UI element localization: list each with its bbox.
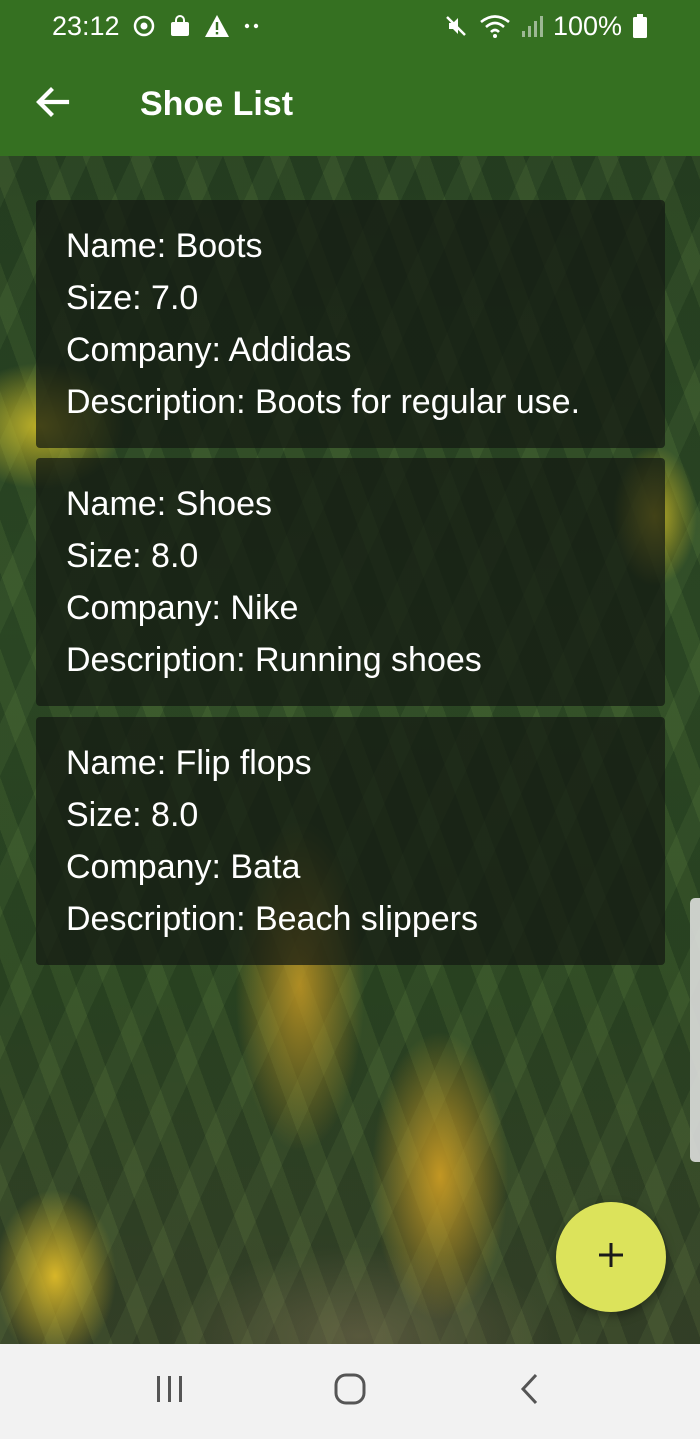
signal-icon <box>521 14 543 38</box>
recent-apps-icon <box>154 1374 186 1409</box>
shoe-card[interactable]: Name: Flip flops Size: 8.0 Company: Bata… <box>36 717 665 965</box>
shoe-company: Company: Bata <box>66 848 301 886</box>
shoe-list-content[interactable]: Name: Boots Size: 7.0 Company: Addidas D… <box>0 156 700 1344</box>
shoe-name: Name: Boots <box>66 227 263 265</box>
page-title: Shoe List <box>140 84 294 123</box>
shopping-bag-icon <box>168 14 192 38</box>
warning-icon <box>204 14 230 38</box>
home-button[interactable] <box>310 1352 390 1432</box>
shoe-description: Description: Boots for regular use. <box>66 383 581 421</box>
add-shoe-button[interactable] <box>556 1202 666 1312</box>
mute-icon <box>443 13 469 39</box>
plus-icon <box>596 1240 626 1275</box>
status-bar: 23:12 100% <box>0 0 700 52</box>
system-nav-bar <box>0 1344 700 1439</box>
shoe-company: Company: Addidas <box>66 331 352 369</box>
camera-sync-icon <box>132 14 156 38</box>
shoe-name: Name: Flip flops <box>66 744 312 782</box>
status-time: 23:12 <box>52 10 120 41</box>
shoe-size: Size: 8.0 <box>66 537 199 575</box>
shoe-company: Company: Nike <box>66 589 299 627</box>
shoe-description: Description: Running shoes <box>66 641 482 679</box>
battery-percent: 100% <box>552 10 622 41</box>
wifi-icon <box>479 13 511 39</box>
shoe-name: Name: Shoes <box>66 485 272 523</box>
system-back-button[interactable] <box>490 1352 570 1432</box>
status-right: 100% <box>443 11 648 42</box>
app-toolbar: Shoe List <box>0 52 700 156</box>
shoe-size: Size: 8.0 <box>66 796 199 834</box>
home-icon <box>333 1372 367 1411</box>
scrollbar[interactable] <box>690 898 700 1162</box>
battery-icon <box>632 13 648 39</box>
shoe-card[interactable]: Name: Shoes Size: 8.0 Company: Nike Desc… <box>36 458 665 706</box>
shoe-description: Description: Beach slippers <box>66 900 478 938</box>
back-chevron-icon <box>518 1372 542 1411</box>
back-button[interactable] <box>0 52 104 156</box>
status-left: 23:12 <box>52 11 262 42</box>
recent-apps-button[interactable] <box>130 1352 210 1432</box>
arrow-back-icon <box>34 84 70 125</box>
shoe-size: Size: 7.0 <box>66 279 199 317</box>
shoe-card[interactable]: Name: Boots Size: 7.0 Company: Addidas D… <box>36 200 665 448</box>
more-dots-icon <box>242 21 262 31</box>
